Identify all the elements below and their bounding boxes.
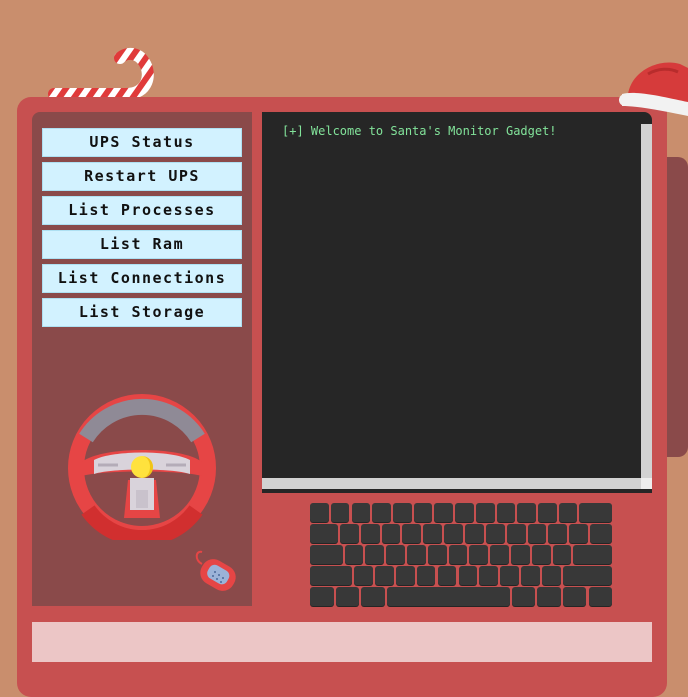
- keyboard-key: [558, 503, 578, 522]
- keyboard-key: [465, 524, 484, 543]
- keyboard-key: [402, 524, 422, 543]
- keyboard-key: [490, 545, 509, 564]
- vertical-scrollbar[interactable]: [641, 124, 652, 478]
- terminal-welcome-line: [+] Welcome to Santa's Monitor Gadget!: [282, 124, 557, 138]
- keyboard-key: [496, 503, 516, 522]
- keyboard-key: [573, 545, 612, 564]
- keyboard-key: [531, 545, 551, 564]
- screen-bezel: [262, 489, 652, 493]
- keyboard-key: [444, 524, 463, 543]
- keyboard-key: [579, 503, 612, 522]
- keyboard-key: [413, 503, 433, 522]
- horizontal-scrollbar[interactable]: [262, 478, 642, 489]
- keyboard-key: [455, 503, 474, 522]
- list-ram-button[interactable]: List Ram: [42, 230, 242, 259]
- keyboard-key: [548, 524, 568, 543]
- keyboard-key: [437, 566, 457, 585]
- side-handle: [667, 157, 688, 457]
- keyboard-key: [500, 566, 520, 585]
- candy-cane-icon: [48, 46, 158, 102]
- keyboard-key: [374, 566, 394, 585]
- list-connections-button[interactable]: List Connections: [42, 264, 242, 293]
- keyboard-key: [479, 566, 499, 585]
- keyboard-key: [310, 545, 343, 564]
- keyboard-key: [386, 587, 510, 606]
- keyboard-key: [416, 566, 436, 585]
- keyboard-key: [423, 524, 443, 543]
- keyboard-key: [339, 524, 359, 543]
- keyboard-key: [344, 545, 364, 564]
- keyboard-key: [563, 566, 612, 585]
- keyboard-key: [569, 524, 589, 543]
- keyboard-key: [335, 587, 360, 606]
- restart-ups-button[interactable]: Restart UPS: [42, 162, 242, 191]
- keyboard-key: [485, 524, 505, 543]
- keyboard-key: [588, 587, 612, 606]
- keyboard-key: [448, 545, 468, 564]
- keyboard-key: [365, 545, 385, 564]
- keyboard-key: [475, 503, 495, 522]
- keyboard-key: [521, 566, 541, 585]
- keyboard-key: [434, 503, 454, 522]
- keyboard-key: [395, 566, 415, 585]
- keyboard-key: [590, 524, 612, 543]
- keyboard-key: [351, 503, 371, 522]
- keyboard-key: [330, 503, 350, 522]
- keyboard-key: [392, 503, 412, 522]
- car-key-icon: [192, 546, 242, 598]
- keyboard-key: [310, 587, 334, 606]
- keyboard-key: [458, 566, 478, 585]
- keyboard-key: [427, 545, 447, 564]
- steering-wheel-icon: [62, 390, 222, 540]
- keyboard-key: [360, 524, 380, 543]
- list-processes-button[interactable]: List Processes: [42, 196, 242, 225]
- keyboard-key: [562, 587, 587, 606]
- list-storage-button[interactable]: List Storage: [42, 298, 242, 327]
- keyboard-key: [407, 545, 426, 564]
- keyboard-key: [372, 503, 391, 522]
- keyboard-key: [537, 587, 561, 606]
- keyboard-key: [310, 566, 352, 585]
- keyboard-key: [310, 503, 329, 522]
- ups-status-button[interactable]: UPS Status: [42, 128, 242, 157]
- keyboard-key: [386, 545, 405, 564]
- keyboard-key: [538, 503, 557, 522]
- bottom-panel: [32, 622, 652, 662]
- keyboard-key: [310, 524, 338, 543]
- keyboard-key: [542, 566, 562, 585]
- scrollbar-corner: [641, 478, 652, 489]
- keyboard-key: [511, 545, 530, 564]
- keyboard-key: [511, 587, 536, 606]
- keyboard-key: [517, 503, 537, 522]
- keyboard-key: [527, 524, 547, 543]
- keyboard-key: [552, 545, 572, 564]
- keyboard-key: [381, 524, 401, 543]
- keyboard-key: [361, 587, 385, 606]
- terminal-screen[interactable]: [+] Welcome to Santa's Monitor Gadget!: [262, 112, 652, 493]
- keyboard-key: [353, 566, 373, 585]
- keyboard: [310, 503, 612, 606]
- keyboard-key: [506, 524, 526, 543]
- keyboard-key: [469, 545, 489, 564]
